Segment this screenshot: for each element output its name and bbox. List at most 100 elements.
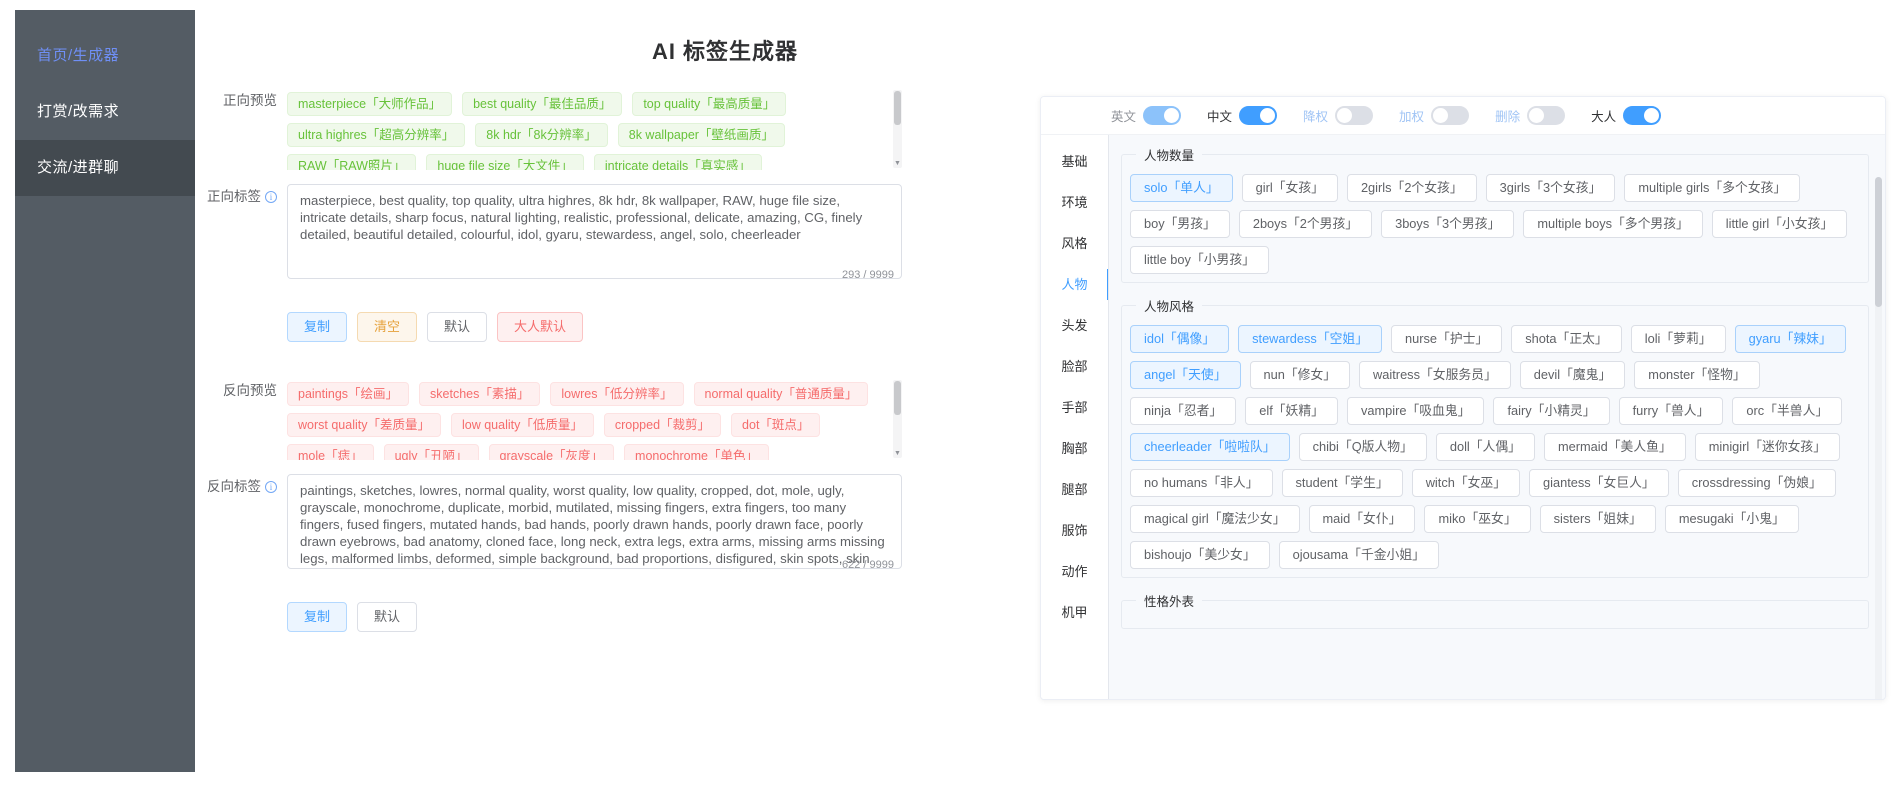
tag-chip[interactable]: chibi「Q版人物」 bbox=[1299, 433, 1427, 461]
tag-chip[interactable]: stewardess「空姐」 bbox=[1238, 325, 1382, 353]
action-button[interactable]: 默认 bbox=[357, 602, 417, 632]
category-item-机甲[interactable]: 机甲 bbox=[1041, 592, 1108, 633]
preview-tag[interactable]: worst quality「差质量」 bbox=[287, 413, 441, 437]
action-button[interactable]: 清空 bbox=[357, 312, 417, 342]
tag-chip[interactable]: crossdressing「伪娘」 bbox=[1678, 469, 1836, 497]
action-button[interactable]: 复制 bbox=[287, 312, 347, 342]
toggle-switch[interactable] bbox=[1143, 106, 1181, 125]
tag-chip[interactable]: no humans「非人」 bbox=[1130, 469, 1273, 497]
preview-tag[interactable]: dot「斑点」 bbox=[731, 413, 820, 437]
sidebar-item-0[interactable]: 首页/生成器 bbox=[15, 28, 195, 84]
tag-chip[interactable]: monster「怪物」 bbox=[1634, 361, 1759, 389]
toggle-switch[interactable] bbox=[1431, 106, 1469, 125]
tag-chip[interactable]: idol「偶像」 bbox=[1130, 325, 1229, 353]
tag-chip[interactable]: furry「兽人」 bbox=[1619, 397, 1724, 425]
preview-tag[interactable]: cropped「裁剪」 bbox=[604, 413, 721, 437]
tag-chip[interactable]: ojousama「千金小姐」 bbox=[1279, 541, 1439, 569]
tag-chip[interactable]: 2girls「2个女孩」 bbox=[1347, 174, 1477, 202]
sidebar-item-1[interactable]: 打赏/改需求 bbox=[15, 84, 195, 140]
category-item-环境[interactable]: 环境 bbox=[1041, 182, 1108, 223]
tag-chip[interactable]: 3girls「3个女孩」 bbox=[1486, 174, 1616, 202]
tag-chip[interactable]: little girl「小女孩」 bbox=[1712, 210, 1847, 238]
category-item-腿部[interactable]: 腿部 bbox=[1041, 469, 1108, 510]
toggle-switch[interactable] bbox=[1239, 106, 1277, 125]
preview-tag[interactable]: masterpiece「大师作品」 bbox=[287, 92, 452, 116]
tag-chip[interactable]: elf「妖精」 bbox=[1245, 397, 1338, 425]
negative-tags-input[interactable] bbox=[287, 474, 902, 569]
tag-chip[interactable]: devil「魔鬼」 bbox=[1520, 361, 1626, 389]
toggle-switch[interactable] bbox=[1527, 106, 1565, 125]
preview-tag[interactable]: paintings「绘画」 bbox=[287, 382, 409, 406]
scrollbar-thumb[interactable] bbox=[894, 381, 901, 415]
action-button[interactable]: 大人默认 bbox=[497, 312, 583, 342]
category-item-服饰[interactable]: 服饰 bbox=[1041, 510, 1108, 551]
tag-chip[interactable]: multiple girls「多个女孩」 bbox=[1624, 174, 1800, 202]
tag-chip[interactable]: witch「女巫」 bbox=[1412, 469, 1520, 497]
preview-tag[interactable]: low quality「低质量」 bbox=[451, 413, 594, 437]
toggle-switch[interactable] bbox=[1623, 106, 1661, 125]
tag-chip[interactable]: doll「人偶」 bbox=[1436, 433, 1535, 461]
tag-chip[interactable]: girl「女孩」 bbox=[1242, 174, 1338, 202]
preview-tag[interactable]: normal quality「普通质量」 bbox=[694, 382, 869, 406]
category-item-胸部[interactable]: 胸部 bbox=[1041, 428, 1108, 469]
preview-tag[interactable]: ultra highres「超高分辨率」 bbox=[287, 123, 465, 147]
preview-tag[interactable]: huge file size「大文件」 bbox=[426, 154, 583, 170]
panel-scrollbar[interactable] bbox=[1875, 177, 1882, 699]
tag-chip[interactable]: bishoujo「美少女」 bbox=[1130, 541, 1270, 569]
preview-tag[interactable]: 8k hdr「8k分辨率」 bbox=[475, 123, 607, 147]
tag-chip[interactable]: student「学生」 bbox=[1282, 469, 1403, 497]
switch-item[interactable]: 英文 bbox=[1111, 106, 1181, 125]
tag-chip[interactable]: mesugaki「小鬼」 bbox=[1665, 505, 1799, 533]
tag-chip[interactable]: cheerleader「啦啦队」 bbox=[1130, 433, 1290, 461]
preview-tag[interactable]: ugly「丑陋」 bbox=[384, 444, 479, 460]
preview-tag[interactable]: monochrome「单色」 bbox=[624, 444, 769, 460]
scrollbar-thumb[interactable] bbox=[1875, 177, 1882, 307]
tag-chip[interactable]: solo「单人」 bbox=[1130, 174, 1233, 202]
tag-chip[interactable]: nun「修女」 bbox=[1250, 361, 1351, 389]
preview-tag[interactable]: intricate details「真实感」 bbox=[594, 154, 762, 170]
positive-preview-scrollbar[interactable]: ▲ ▼ bbox=[893, 90, 902, 168]
tag-chip[interactable]: orc「半兽人」 bbox=[1732, 397, 1842, 425]
category-item-风格[interactable]: 风格 bbox=[1041, 223, 1108, 264]
tag-chip[interactable]: shota「正太」 bbox=[1511, 325, 1622, 353]
scroll-down-icon[interactable]: ▼ bbox=[893, 160, 902, 168]
category-item-脸部[interactable]: 脸部 bbox=[1041, 346, 1108, 387]
preview-tag[interactable]: lowres「低分辨率」 bbox=[550, 382, 683, 406]
tag-chip[interactable]: multiple boys「多个男孩」 bbox=[1523, 210, 1702, 238]
tag-chip[interactable]: mermaid「美人鱼」 bbox=[1544, 433, 1686, 461]
action-button[interactable]: 默认 bbox=[427, 312, 487, 342]
preview-tag[interactable]: sketches「素描」 bbox=[419, 382, 540, 406]
category-item-动作[interactable]: 动作 bbox=[1041, 551, 1108, 592]
tag-chip[interactable]: sisters「姐妹」 bbox=[1540, 505, 1656, 533]
tag-chip[interactable]: ninja「忍者」 bbox=[1130, 397, 1236, 425]
tag-chip[interactable]: loli「萝莉」 bbox=[1631, 325, 1726, 353]
toggle-switch[interactable] bbox=[1335, 106, 1373, 125]
tag-chip[interactable]: 3boys「3个男孩」 bbox=[1381, 210, 1514, 238]
info-icon[interactable]: i bbox=[265, 191, 277, 203]
positive-tags-input[interactable] bbox=[287, 184, 902, 279]
preview-tag[interactable]: top quality「最高质量」 bbox=[632, 92, 786, 116]
switch-item[interactable]: 加权 bbox=[1399, 106, 1469, 125]
tag-chip[interactable]: giantess「女巨人」 bbox=[1529, 469, 1669, 497]
tag-chip[interactable]: magical girl「魔法少女」 bbox=[1130, 505, 1300, 533]
category-item-头发[interactable]: 头发 bbox=[1041, 305, 1108, 346]
negative-preview-scrollbar[interactable]: ▲ ▼ bbox=[893, 380, 902, 458]
tag-chip[interactable]: maid「女仆」 bbox=[1309, 505, 1416, 533]
preview-tag[interactable]: RAW「RAW照片」 bbox=[287, 154, 416, 170]
preview-tag[interactable]: best quality「最佳品质」 bbox=[462, 92, 622, 116]
tag-chip[interactable]: angel「天使」 bbox=[1130, 361, 1241, 389]
preview-tag[interactable]: 8k wallpaper「壁纸画质」 bbox=[618, 123, 785, 147]
action-button[interactable]: 复制 bbox=[287, 602, 347, 632]
tag-chip[interactable]: miko「巫女」 bbox=[1424, 505, 1530, 533]
tag-chip[interactable]: little boy「小男孩」 bbox=[1130, 246, 1269, 274]
tag-chip[interactable]: vampire「吸血鬼」 bbox=[1347, 397, 1485, 425]
tag-chip[interactable]: gyaru「辣妹」 bbox=[1735, 325, 1846, 353]
category-item-基础[interactable]: 基础 bbox=[1041, 141, 1108, 182]
switch-item[interactable]: 删除 bbox=[1495, 106, 1565, 125]
info-icon[interactable]: i bbox=[265, 481, 277, 493]
scroll-down-icon[interactable]: ▼ bbox=[893, 450, 902, 458]
tag-chip[interactable]: minigirl「迷你女孩」 bbox=[1695, 433, 1840, 461]
tag-chip[interactable]: boy「男孩」 bbox=[1130, 210, 1230, 238]
switch-item[interactable]: 降权 bbox=[1303, 106, 1373, 125]
preview-tag[interactable]: grayscale「灰度」 bbox=[489, 444, 615, 460]
